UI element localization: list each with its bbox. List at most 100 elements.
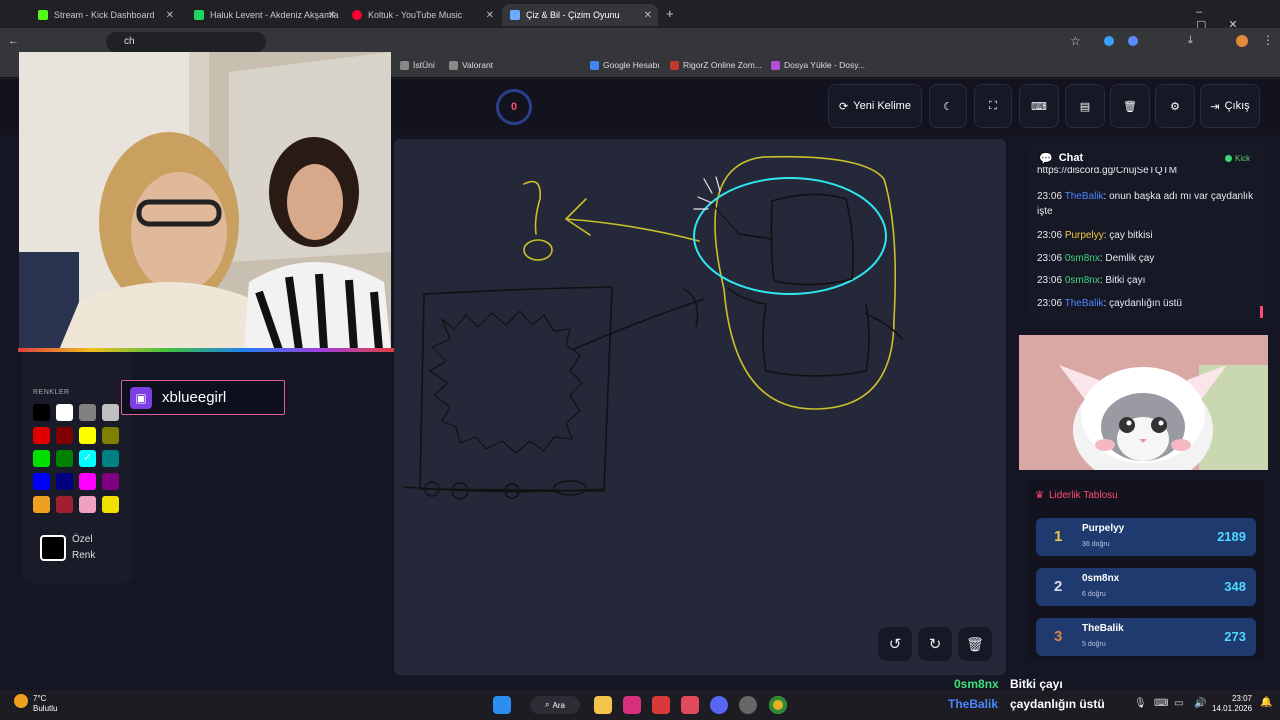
color-palette: RENKLER ✓ Özel Renk — [22, 340, 132, 583]
bookmark-item[interactable]: Google Hesabı — [590, 60, 660, 70]
rank-number: 3 — [1054, 628, 1063, 645]
weather-temp: 7°C — [33, 694, 47, 703]
redo-button[interactable]: ↻ — [918, 627, 952, 661]
msg-text: : çay bitkisi — [1103, 230, 1153, 241]
custom-color-label[interactable]: Özel Renk — [72, 532, 95, 564]
keyboard-icon[interactable]: ⌨ — [1154, 698, 1168, 709]
player-name: TheBalik — [1082, 623, 1124, 634]
color-swatch[interactable] — [102, 450, 119, 467]
instagram-icon[interactable] — [623, 696, 641, 714]
platform-label: Kick — [1235, 154, 1251, 163]
fullscreen-button[interactable]: ⛶ — [974, 84, 1012, 128]
archive-button[interactable]: ▤ — [1065, 84, 1105, 128]
close-tab-icon[interactable]: ✕ — [328, 10, 336, 21]
overlay-chat-text: çaydanlığın üstü — [1010, 697, 1105, 711]
menu-icon[interactable]: ⋮ — [1262, 33, 1274, 47]
color-swatch[interactable] — [33, 496, 50, 513]
notification-icon[interactable]: 🔔 — [1260, 697, 1272, 708]
close-tab-icon[interactable]: ✕ — [644, 10, 652, 21]
bookmark-item[interactable]: Dosya Yükle - Dosy... — [771, 60, 865, 70]
bookmark-item[interactable]: RigorZ Online Zom... — [670, 60, 762, 70]
bookmark-label: Google Hesabı — [603, 60, 660, 70]
exit-button[interactable]: ⇥ Çıkış — [1200, 84, 1260, 128]
color-swatch[interactable] — [33, 473, 50, 490]
color-swatch[interactable] — [56, 496, 73, 513]
weather-icon[interactable] — [14, 694, 28, 708]
file-explorer-icon[interactable] — [594, 696, 612, 714]
crown-icon: ♛ — [1035, 490, 1044, 501]
color-swatch[interactable] — [102, 473, 119, 490]
app-icon[interactable] — [681, 696, 699, 714]
tab-music[interactable]: Haluk Levent - Akdeniz Akşamla ✕ — [186, 4, 342, 26]
volume-icon[interactable]: 🔊 — [1194, 698, 1206, 709]
tab-kick-dashboard[interactable]: Stream - Kick Dashboard ✕ — [30, 4, 180, 26]
msg-user: 0sm8nx — [1064, 275, 1100, 286]
clear-canvas-button[interactable]: 🗑 — [958, 627, 992, 661]
color-swatch[interactable] — [56, 404, 73, 421]
weather-widget[interactable]: 7°C Bulutlu — [33, 694, 57, 714]
clock[interactable]: 23:07 14.01.2026 — [1212, 694, 1252, 714]
palette-title: RENKLER — [33, 389, 70, 396]
color-swatch[interactable] — [102, 496, 119, 513]
back-icon[interactable]: ← — [8, 35, 19, 47]
chat-message: 23:06 TheBalik: çaydanlığın üstü — [1037, 296, 1259, 311]
extension-icon[interactable] — [1104, 36, 1114, 46]
obs-icon[interactable] — [739, 696, 757, 714]
keyboard-button[interactable]: ⌨ — [1019, 84, 1059, 128]
color-swatch[interactable] — [33, 427, 50, 444]
color-swatch[interactable] — [79, 496, 96, 513]
close-tab-icon[interactable]: ✕ — [166, 10, 174, 21]
start-icon[interactable] — [493, 696, 511, 714]
leaderboard-title: Liderlik Tablosu — [1048, 490, 1118, 501]
extension-icon[interactable] — [1128, 36, 1138, 46]
theme-toggle-button[interactable]: ☾ — [929, 84, 967, 128]
chat-message: 23:06 TheBalik: onun başka adı mı var ça… — [1037, 189, 1259, 219]
url-field[interactable]: ch — [106, 32, 266, 52]
new-word-button[interactable]: ⟳ Yeni Kelime — [828, 84, 922, 128]
chat-top-line: https://discord.gg/CnujSeTQTM — [1037, 167, 1178, 176]
msg-user: 0sm8nx — [1064, 253, 1100, 264]
color-swatch[interactable] — [79, 473, 96, 490]
site-icon — [670, 60, 679, 70]
color-swatch[interactable] — [79, 427, 96, 444]
color-swatch[interactable]: ✓ — [79, 450, 96, 467]
network-icon[interactable]: ▭ — [1174, 698, 1183, 709]
webcam-border-stripe — [18, 348, 394, 352]
tab-youtube-music[interactable]: Koltuk - YouTube Music ✕ — [344, 4, 500, 26]
clock-date: 14.01.2026 — [1212, 704, 1253, 713]
chat-scrollbar[interactable] — [1260, 306, 1263, 318]
taskbar-search[interactable]: ⌕ Ara — [530, 696, 580, 714]
overlay-chat-user: 0sm8nx — [954, 677, 999, 691]
custom-color-swatch[interactable] — [40, 535, 66, 561]
color-swatch[interactable] — [33, 450, 50, 467]
color-swatch[interactable] — [56, 427, 73, 444]
delete-button[interactable]: 🗑 — [1110, 84, 1150, 128]
undo-button[interactable]: ↺ — [878, 627, 912, 661]
color-swatch[interactable] — [33, 404, 50, 421]
tab-game[interactable]: Çiz & Bil - Çizim Oyunu ✕ — [502, 4, 658, 26]
download-icon[interactable]: ⤓ — [1188, 34, 1193, 47]
drawing-canvas[interactable] — [394, 139, 1006, 675]
chrome-icon[interactable] — [769, 696, 787, 714]
profile-avatar[interactable] — [1236, 35, 1248, 47]
settings-button[interactable]: ⚙ — [1155, 84, 1195, 128]
close-tab-icon[interactable]: ✕ — [486, 10, 494, 21]
color-swatch[interactable] — [79, 404, 96, 421]
color-swatch[interactable] — [56, 473, 73, 490]
mic-icon[interactable]: 🎙 — [1134, 698, 1147, 709]
bookmark-item[interactable]: İstÜni — [400, 60, 435, 70]
color-swatch[interactable] — [102, 427, 119, 444]
folder-icon — [449, 60, 458, 70]
rank-number: 1 — [1054, 528, 1063, 545]
new-tab-button[interactable]: + — [666, 6, 674, 21]
app-icon[interactable] — [652, 696, 670, 714]
overlay-chat-text: Bitki çayı — [1010, 677, 1063, 691]
chat-icon: 💬 — [1039, 153, 1053, 165]
color-swatch[interactable] — [56, 450, 73, 467]
webcam-overlay — [19, 52, 391, 350]
bookmark-item[interactable]: Valorant — [449, 60, 493, 70]
discord-icon[interactable] — [710, 696, 728, 714]
color-swatch[interactable] — [102, 404, 119, 421]
tab-label: Çiz & Bil - Çizim Oyunu — [526, 10, 620, 20]
bookmark-star-icon[interactable]: ☆ — [1070, 34, 1081, 48]
